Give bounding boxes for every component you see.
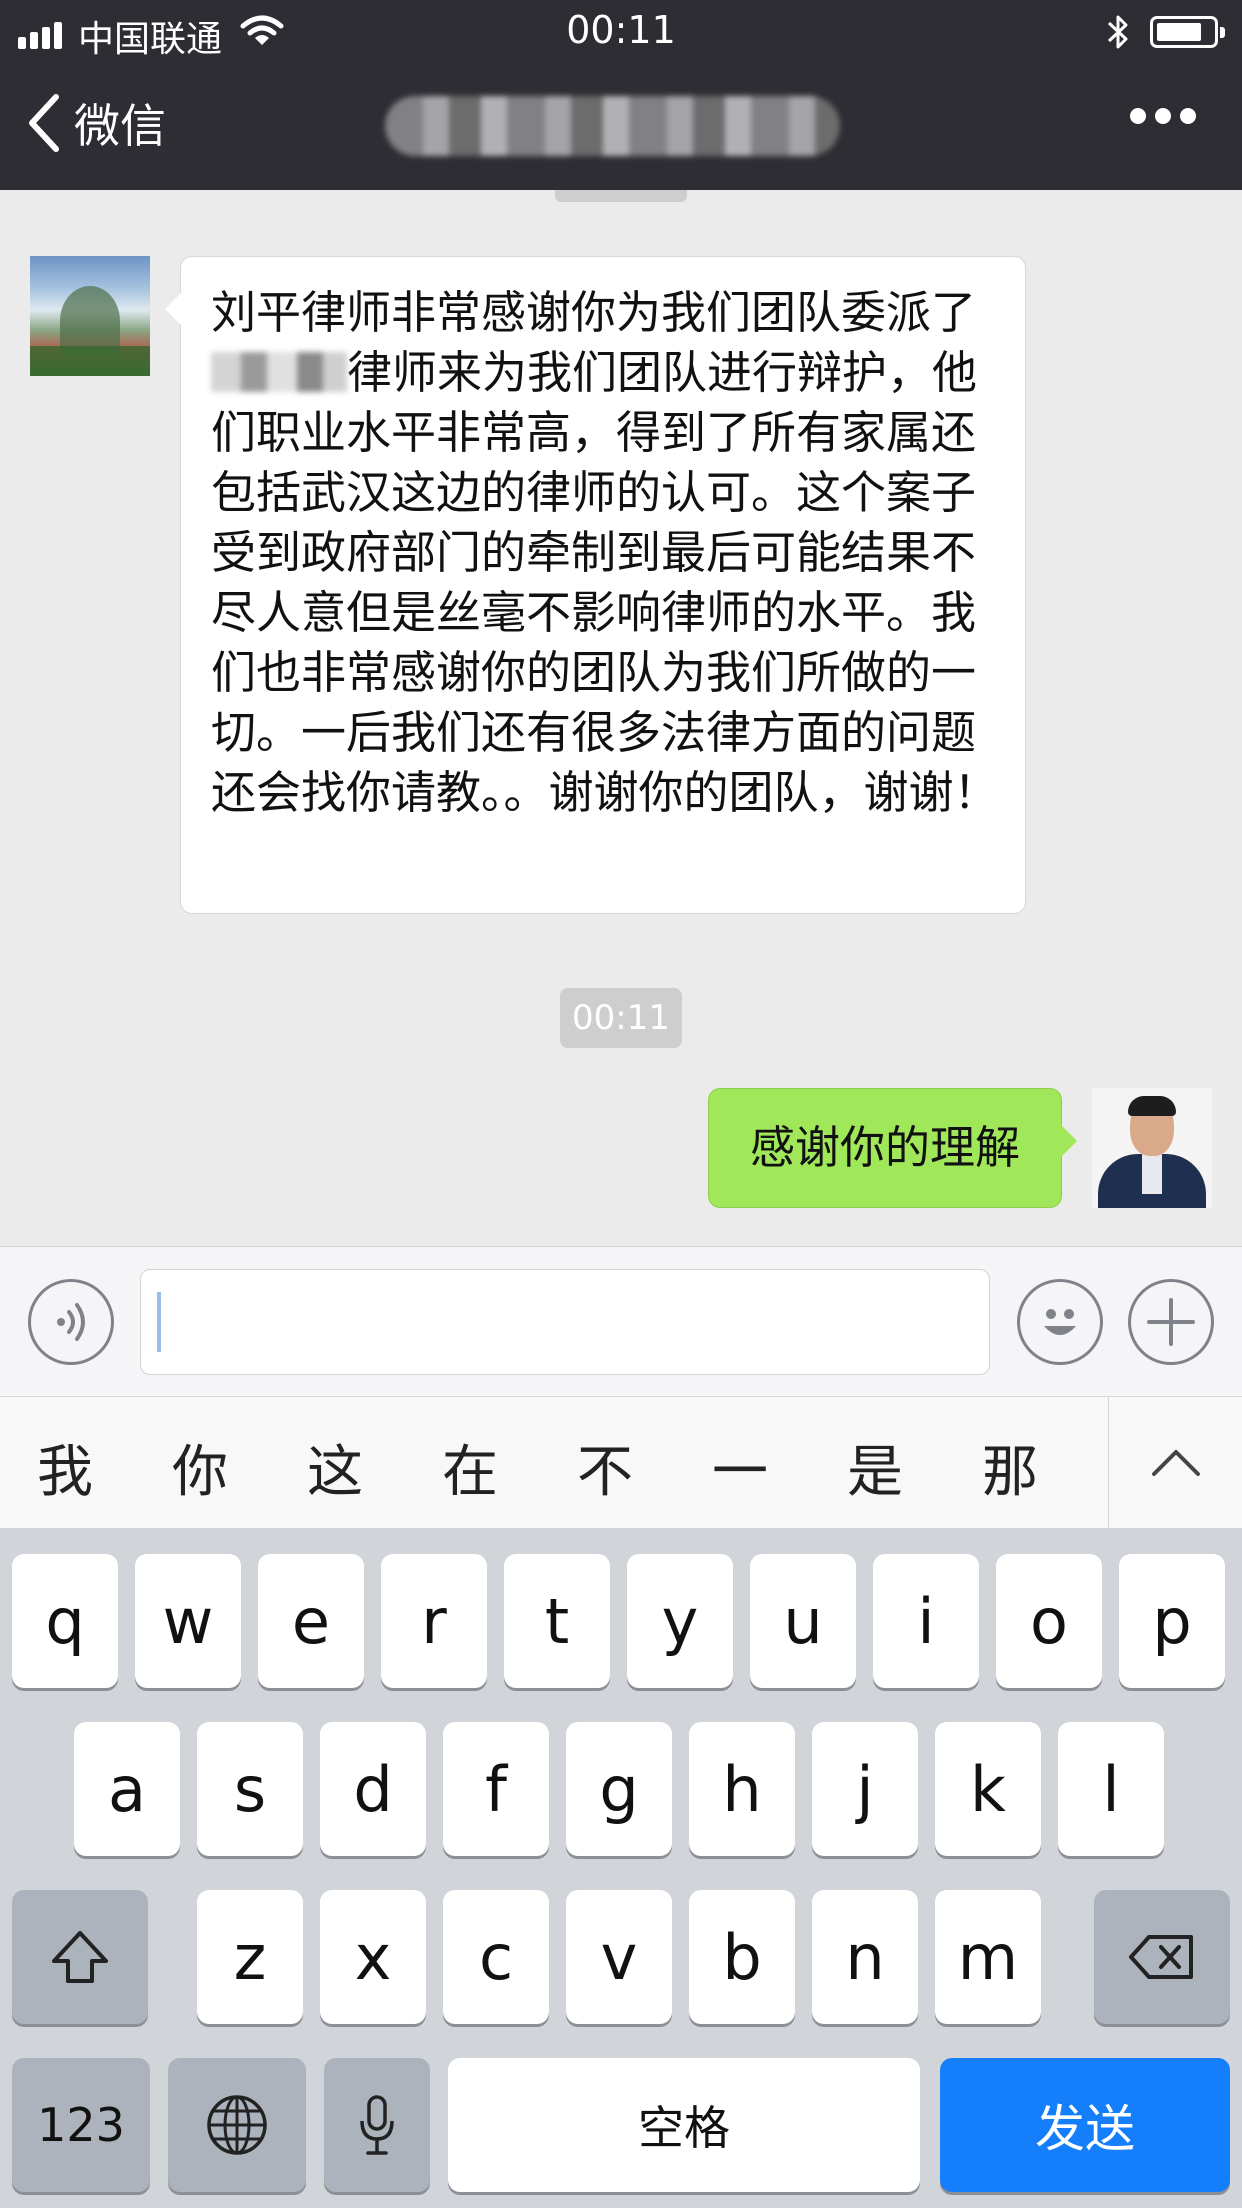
key-p[interactable]: p (1119, 1554, 1225, 1688)
key-n[interactable]: n (812, 1890, 918, 2024)
globe-icon (207, 2095, 267, 2155)
candidate-word[interactable]: 不 (560, 1427, 650, 1508)
key-s[interactable]: s (197, 1722, 303, 1856)
status-bar: 中国联通 00:11 (0, 0, 1242, 62)
key-i[interactable]: i (873, 1554, 979, 1688)
chevron-up-icon (1151, 1450, 1200, 1476)
key-o[interactable]: o (996, 1554, 1102, 1688)
key-a[interactable]: a (74, 1722, 180, 1856)
key-u[interactable]: u (750, 1554, 856, 1688)
globe-key[interactable] (168, 2058, 306, 2192)
key-j[interactable]: j (812, 1722, 918, 1856)
send-key[interactable]: 发送 (940, 2058, 1230, 2192)
more-dots-icon[interactable] (1130, 108, 1196, 124)
message-text-part2: 律师来为我们团队进行辩护，他们职业水平非常高，得到了所有家属还包括武汉这边的律师… (211, 346, 999, 819)
back-button[interactable]: 微信 (26, 88, 166, 158)
nav-bar: 微信 (0, 62, 1242, 190)
numbers-key[interactable]: 123 (12, 2058, 150, 2192)
redacted-name (211, 352, 347, 392)
plus-icon (1147, 1298, 1195, 1346)
collapse-candidates-button[interactable] (1108, 1397, 1242, 1529)
key-y[interactable]: y (627, 1554, 733, 1688)
emoji-button[interactable] (1017, 1279, 1103, 1365)
shift-icon (52, 1931, 108, 1983)
key-f[interactable]: f (443, 1722, 549, 1856)
microphone-icon (360, 2095, 394, 2155)
candidate-word[interactable]: 是 (830, 1427, 920, 1508)
key-t[interactable]: t (504, 1554, 610, 1688)
key-e[interactable]: e (258, 1554, 364, 1688)
candidate-word[interactable]: 我 (20, 1427, 110, 1508)
battery-icon (1150, 16, 1225, 48)
message-text-part1: 刘平律师非常感谢你为我们团队委派了 (211, 286, 977, 339)
key-r[interactable]: r (381, 1554, 487, 1688)
candidate-word[interactable]: 你 (155, 1427, 245, 1508)
key-d[interactable]: d (320, 1722, 426, 1856)
back-label: 微信 (74, 99, 166, 153)
key-m[interactable]: m (935, 1890, 1041, 2024)
key-c[interactable]: c (443, 1890, 549, 2024)
key-g[interactable]: g (566, 1722, 672, 1856)
plus-button[interactable] (1128, 1279, 1214, 1365)
candidate-word[interactable]: 这 (290, 1427, 380, 1508)
keyboard: q w e r t y u i o p a s d f g h j k l z … (0, 1528, 1242, 2208)
key-q[interactable]: q (12, 1554, 118, 1688)
delete-key[interactable] (1094, 1890, 1230, 2024)
message-input[interactable] (140, 1269, 990, 1375)
bluetooth-icon (1107, 15, 1128, 49)
key-v[interactable]: v (566, 1890, 672, 2024)
key-z[interactable]: z (197, 1890, 303, 2024)
key-h[interactable]: h (689, 1722, 795, 1856)
key-k[interactable]: k (935, 1722, 1041, 1856)
voice-icon (57, 1303, 85, 1341)
delete-icon (1129, 1935, 1193, 1979)
candidate-word[interactable]: 在 (425, 1427, 515, 1508)
dictation-key[interactable] (324, 2058, 430, 2192)
key-x[interactable]: x (320, 1890, 426, 2024)
shift-key[interactable] (12, 1890, 148, 2024)
voice-button[interactable] (28, 1279, 114, 1365)
key-l[interactable]: l (1058, 1722, 1164, 1856)
chat-area[interactable]: 刘平律师非常感谢你为我们团队委派了律师来为我们团队进行辩护，他们职业水平非常高，… (0, 190, 1242, 1246)
timestamp-partial (555, 190, 687, 202)
candidate-word[interactable]: 一 (695, 1427, 785, 1508)
contact-avatar[interactable] (30, 256, 150, 376)
input-bar (0, 1246, 1242, 1396)
received-message-bubble[interactable]: 刘平律师非常感谢你为我们团队委派了律师来为我们团队进行辩护，他们职业水平非常高，… (165, 256, 1026, 914)
text-caret (157, 1292, 161, 1352)
sent-message-bubble[interactable]: 感谢你的理解 (708, 1088, 1077, 1208)
emoji-icon (1044, 1309, 1076, 1335)
chat-title-redacted (385, 96, 840, 156)
chevron-left-icon (29, 94, 59, 152)
message-timestamp: 00:11 (560, 988, 682, 1048)
candidate-bar: 我 你 这 在 不 一 是 那 (0, 1396, 1242, 1529)
key-b[interactable]: b (689, 1890, 795, 2024)
space-key[interactable]: 空格 (448, 2058, 920, 2192)
status-time: 00:11 (566, 8, 676, 52)
wechat-chat-screen: 中国联通 00:11 微信 刘平律师非常感谢你为我们团队委派了律师来为我们团队进… (0, 0, 1242, 2208)
user-avatar[interactable] (1092, 1088, 1212, 1208)
candidate-word[interactable]: 那 (965, 1427, 1055, 1508)
sent-message-text: 感谢你的理解 (749, 1121, 1020, 1174)
key-w[interactable]: w (135, 1554, 241, 1688)
